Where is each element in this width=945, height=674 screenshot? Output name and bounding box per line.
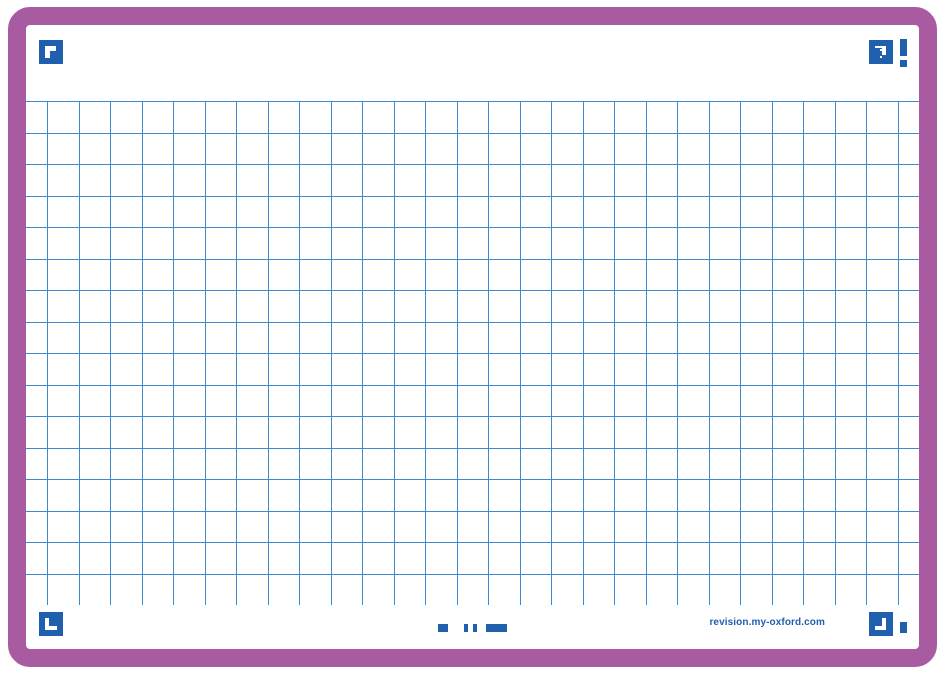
dash-pattern-icon — [438, 619, 528, 632]
website-url: revision.my-oxford.com — [709, 617, 825, 628]
corner-mark-icon-bottom-right — [869, 612, 893, 636]
exclamation-icon — [900, 39, 907, 67]
revision-card: revision.my-oxford.com — [8, 7, 937, 667]
bar-icon — [900, 620, 907, 633]
corner-mark-icon-bottom-left — [39, 612, 63, 636]
grid-lines — [26, 101, 919, 605]
grid-area — [26, 101, 919, 605]
question-mark-icon — [869, 40, 893, 64]
corner-mark-icon-top-left — [39, 40, 63, 64]
